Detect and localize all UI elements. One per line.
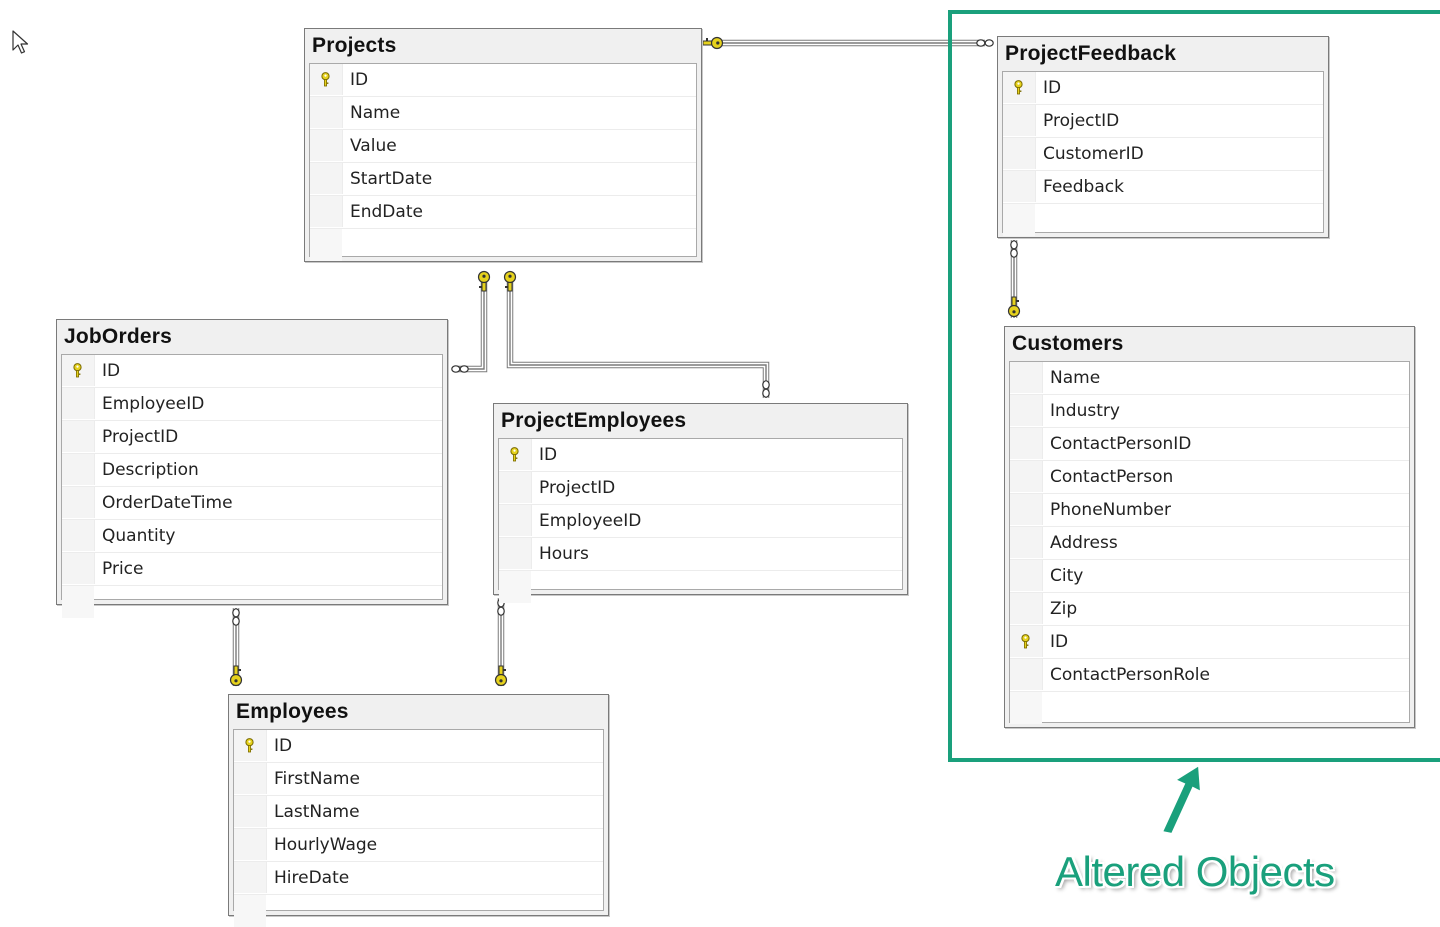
row-selector[interactable] (499, 505, 532, 536)
column-grid: ID EmployeeID ProjectID Description OrderDat… (61, 354, 443, 618)
column-grid: ID FirstName LastName HourlyWage HireDate (233, 729, 604, 927)
column-name: Quantity (102, 526, 176, 546)
row-selector[interactable] (310, 196, 343, 227)
row-selector[interactable] (499, 439, 532, 470)
column-name: HourlyWage (274, 835, 378, 855)
one-end-key-icon (494, 665, 508, 687)
row-selector[interactable] (62, 454, 95, 485)
table-job-orders[interactable]: JobOrders ID EmployeeID ProjectID Descripti… (56, 319, 448, 618)
row-selector[interactable] (310, 229, 342, 261)
column-row[interactable]: FirstName (234, 763, 603, 796)
many-end-icon (762, 380, 770, 398)
table-project-employees[interactable]: ProjectEmployees ID ProjectID EmployeeID Ho… (493, 403, 908, 603)
column-row[interactable]: HourlyWage (234, 829, 603, 862)
column-name: LastName (274, 802, 360, 822)
mouse-pointer-icon (12, 30, 29, 54)
row-selector[interactable] (62, 355, 95, 386)
one-end-key-icon (702, 36, 724, 50)
altered-objects-highlight (948, 10, 1440, 762)
column-row[interactable]: ProjectID (499, 472, 902, 505)
row-selector[interactable] (499, 571, 531, 603)
table-projects[interactable]: Projects ID Name Value StartDate EndDate (304, 28, 702, 262)
annotation-label: Altered Objects (1055, 848, 1335, 895)
column-grid: ID ProjectID EmployeeID Hours (498, 438, 903, 603)
one-end-key-icon (229, 665, 243, 687)
new-column-row[interactable] (310, 229, 696, 261)
row-selector[interactable] (234, 796, 267, 827)
column-name: EndDate (350, 202, 423, 222)
column-name: EmployeeID (102, 394, 205, 414)
row-selector[interactable] (310, 163, 343, 194)
column-name: HireDate (274, 868, 350, 888)
column-row[interactable]: Description (62, 454, 442, 487)
table-employees[interactable]: Employees ID FirstName LastName HourlyWage H… (228, 694, 609, 927)
many-end-icon (451, 365, 469, 373)
column-name: Hours (539, 544, 589, 564)
column-row[interactable]: Value (310, 130, 696, 163)
column-row[interactable]: ID (234, 730, 603, 763)
table-title[interactable]: Projects (305, 29, 701, 57)
column-name: ID (102, 361, 121, 381)
new-column-row[interactable] (62, 586, 442, 618)
row-selector[interactable] (499, 538, 532, 569)
column-row[interactable]: Hours (499, 538, 902, 571)
row-selector[interactable] (62, 586, 94, 618)
column-grid: ID Name Value StartDate EndDate (309, 63, 697, 261)
column-name: EmployeeID (539, 511, 642, 531)
column-row[interactable]: EndDate (310, 196, 696, 229)
row-selector[interactable] (62, 520, 95, 551)
row-selector[interactable] (310, 130, 343, 161)
new-column-row[interactable] (234, 895, 603, 927)
row-selector[interactable] (62, 388, 95, 419)
table-title[interactable]: Employees (229, 695, 608, 723)
row-selector[interactable] (62, 421, 95, 452)
row-selector[interactable] (234, 895, 266, 927)
column-name: Description (102, 460, 199, 480)
column-name: ProjectID (102, 427, 179, 447)
column-row[interactable]: EmployeeID (62, 388, 442, 421)
row-selector[interactable] (62, 553, 95, 584)
column-row[interactable]: ID (310, 64, 696, 97)
diagram-canvas[interactable]: Projects ID Name Value StartDate EndDate Pro… (0, 0, 1440, 927)
column-name: OrderDateTime (102, 493, 233, 513)
table-title[interactable]: ProjectEmployees (494, 404, 907, 432)
column-name: StartDate (350, 169, 433, 189)
column-name: Name (350, 103, 401, 123)
row-selector[interactable] (310, 64, 343, 95)
column-name: Value (350, 136, 397, 156)
row-selector[interactable] (234, 829, 267, 860)
table-title[interactable]: JobOrders (57, 320, 447, 348)
column-name: Price (102, 559, 144, 579)
row-selector[interactable] (62, 487, 95, 518)
relationship-projects-projectemployees[interactable] (506, 272, 770, 398)
column-row[interactable]: LastName (234, 796, 603, 829)
column-row[interactable]: EmployeeID (499, 505, 902, 538)
row-selector[interactable] (234, 730, 267, 761)
arrow-up-icon (1160, 763, 1203, 836)
column-row[interactable]: HireDate (234, 862, 603, 895)
column-name: ID (350, 70, 369, 90)
column-row[interactable]: ID (62, 355, 442, 388)
column-row[interactable]: StartDate (310, 163, 696, 196)
column-row[interactable]: Quantity (62, 520, 442, 553)
column-name: ProjectID (539, 478, 616, 498)
row-selector[interactable] (234, 862, 267, 893)
row-selector[interactable] (310, 97, 343, 128)
column-name: ID (539, 445, 558, 465)
column-name: FirstName (274, 769, 360, 789)
row-selector[interactable] (234, 763, 267, 794)
relationship-projects-joborders[interactable] (456, 272, 488, 373)
column-row[interactable]: ProjectID (62, 421, 442, 454)
column-row[interactable]: Price (62, 553, 442, 586)
row-selector[interactable] (499, 472, 532, 503)
one-end-key-icon (503, 270, 517, 292)
new-column-row[interactable] (499, 571, 902, 603)
one-end-key-icon (477, 270, 491, 292)
column-row[interactable]: OrderDateTime (62, 487, 442, 520)
column-name: ID (274, 736, 293, 756)
column-row[interactable]: Name (310, 97, 696, 130)
column-row[interactable]: ID (499, 439, 902, 472)
